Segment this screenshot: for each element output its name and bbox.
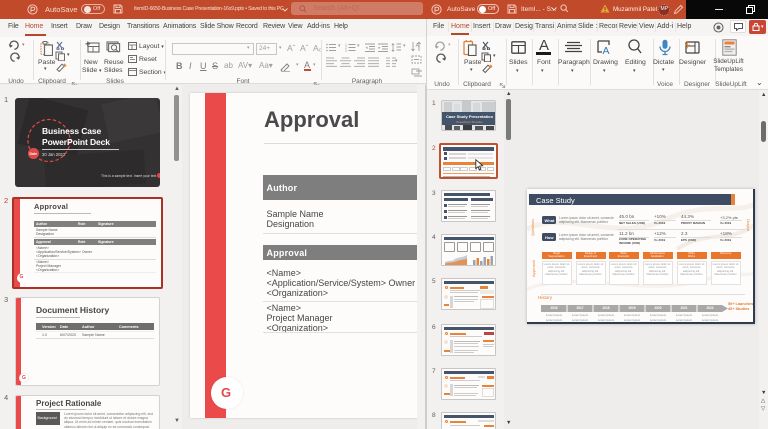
svg-text:A: A: [603, 45, 610, 55]
svg-text:3: 3: [345, 49, 347, 52]
